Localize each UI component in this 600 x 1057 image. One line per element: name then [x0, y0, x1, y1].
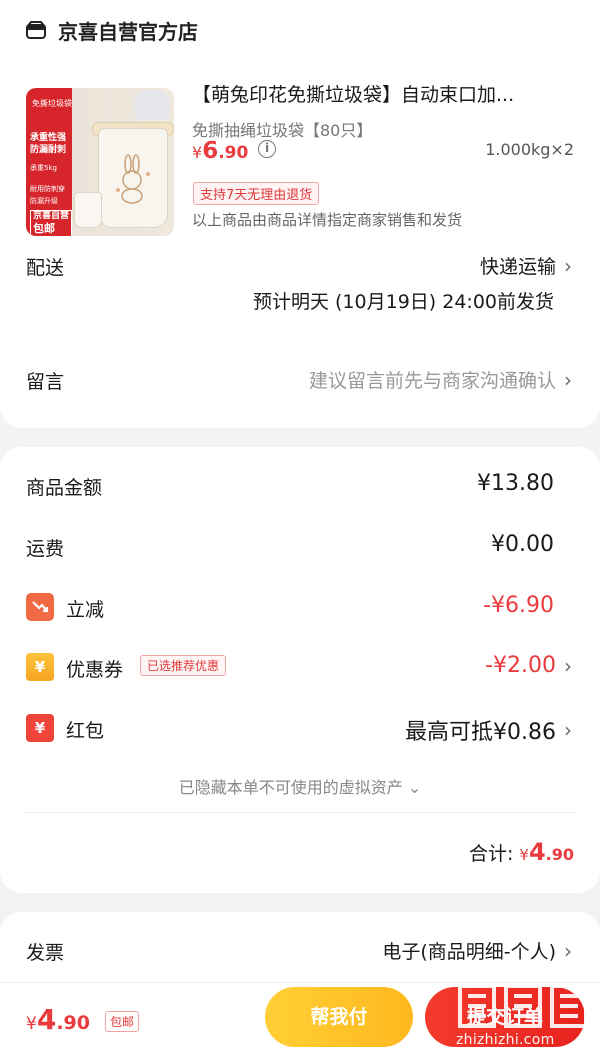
price-symbol: ¥: [192, 143, 203, 162]
banner-main-text: 承重性强 防漏耐刺: [30, 132, 66, 156]
divider: [26, 812, 574, 813]
total-symbol: ¥: [519, 846, 529, 864]
banner-line-2: 防漏耐刺: [30, 145, 67, 155]
message-row[interactable]: 建议留言前先与商家沟通确认 ›: [309, 366, 572, 393]
seller-note: 以上商品由商品详情指定商家销售和发货: [192, 211, 463, 229]
coupon-recommended-tag: 已选推荐优惠: [140, 655, 227, 676]
delivery-label: 配送: [26, 257, 65, 279]
price-decimal: .90: [218, 143, 249, 163]
chevron-right-icon: ›: [564, 367, 572, 392]
checkout-price-decimal: .90: [56, 1012, 90, 1034]
red-packet-row[interactable]: 最高可抵¥0.86 ›: [405, 714, 572, 746]
banner-line-1: 承重性强: [30, 133, 67, 143]
red-packet-icon: ¥: [26, 714, 54, 742]
goods-amount-value: ¥13.80: [477, 471, 554, 496]
banner-top-text: 免撕垃圾袋: [32, 99, 72, 108]
invoice-row[interactable]: 电子(商品明细-个人) ›: [382, 937, 572, 964]
chevron-right-icon: ›: [564, 653, 572, 678]
discount-value: -¥6.90: [483, 593, 554, 618]
shipping-fee-label: 运费: [26, 538, 65, 560]
red-packet-value: 最高可抵¥0.86: [405, 720, 556, 745]
total-label: 合计:: [469, 843, 514, 865]
chevron-right-icon: ›: [564, 938, 572, 963]
product-thumbnail[interactable]: 免撕垃圾袋 承重性强 防漏耐刺 承重5kg 耐用防刺穿 防漏升级 京喜自营 包邮: [26, 88, 174, 236]
red-packet-label: 红包: [66, 720, 105, 742]
watermark-url: zhizhizhi.com: [456, 1032, 555, 1048]
product-price: ¥ 6 .90: [192, 138, 248, 164]
banner-badge-line-2: 包邮: [33, 222, 55, 235]
hidden-assets-toggle[interactable]: 已隐藏本单不可使用的虚拟资产 ⌄: [0, 774, 600, 798]
free-shipping-badge: 包邮: [105, 1011, 140, 1032]
order-item-card: 京喜自营官方店 免撕垃圾袋 承重性强 防漏耐刺 承重5kg 耐用防刺穿 防漏升级…: [0, 0, 600, 428]
bunny-illustration: [116, 154, 150, 204]
weight-quantity: 1.000kg×2: [485, 140, 574, 159]
goods-amount-label: 商品金额: [26, 477, 103, 499]
total-decimal: .90: [545, 845, 574, 864]
shipping-fee-value: ¥0.00: [491, 532, 554, 557]
return-policy-badge: 支持7天无理由退货: [193, 182, 320, 205]
chevron-right-icon: ›: [564, 718, 572, 742]
banner-small-3: 防漏升级: [30, 197, 58, 205]
invoice-label: 发票: [26, 942, 65, 964]
delivery-eta: 预计明天 (10月19日) 24:00前发货: [252, 291, 554, 313]
delivery-method-row[interactable]: 快递运输 ›: [480, 252, 572, 279]
shop-name[interactable]: 京喜自营官方店: [58, 16, 198, 45]
banner-small-2: 耐用防刺穿: [30, 185, 65, 193]
invoice-value: 电子(商品明细-个人): [382, 941, 556, 963]
price-integer: 6: [202, 138, 219, 164]
coupon-label: 优惠券: [66, 659, 124, 681]
checkout-price-symbol: ¥: [26, 1014, 37, 1034]
pay-for-me-button[interactable]: 帮我付: [265, 987, 413, 1047]
checkout-price-integer: 4: [36, 1003, 57, 1036]
banner-badge-line-1: 京喜自营: [33, 211, 70, 221]
order-total: 合计: ¥ 4 .90: [469, 838, 574, 866]
message-label: 留言: [26, 371, 65, 393]
info-icon[interactable]: i: [258, 140, 276, 158]
pitcher-image: [134, 90, 170, 120]
discount-icon: [26, 593, 54, 621]
delivery-method: 快递运输: [479, 256, 556, 278]
coupon-value: -¥2.00: [485, 653, 556, 678]
message-placeholder: 建议留言前先与商家沟通确认: [308, 370, 556, 392]
coupon-icon: ¥: [26, 653, 54, 681]
small-pail-image: [74, 192, 102, 228]
coupon-row[interactable]: -¥2.00 ›: [485, 653, 572, 678]
banner-badge: 京喜自营 包邮: [30, 210, 73, 236]
store-icon: [26, 21, 46, 39]
chevron-right-icon: ›: [564, 253, 572, 278]
total-integer: 4: [528, 838, 546, 866]
checkout-price: ¥ 4 .90: [26, 1003, 90, 1036]
discount-label: 立减: [66, 599, 105, 621]
product-title[interactable]: 【萌兔印花免撕垃圾袋】自动束口加...: [192, 80, 572, 107]
banner-small-1: 承重5kg: [30, 164, 57, 172]
